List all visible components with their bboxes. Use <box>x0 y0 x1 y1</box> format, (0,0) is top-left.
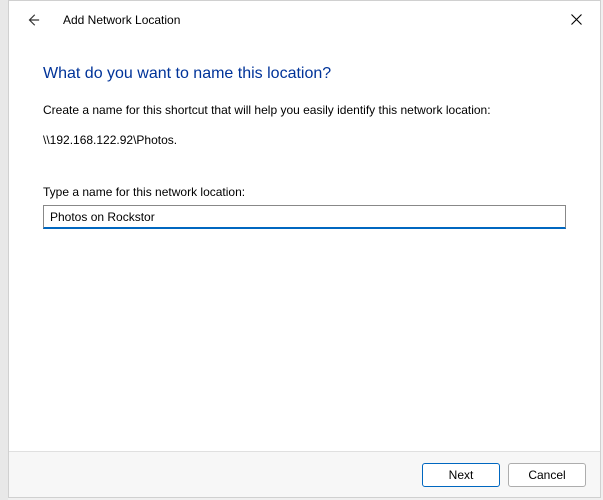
back-button[interactable] <box>21 8 45 32</box>
window-title: Add Network Location <box>63 13 180 27</box>
close-icon <box>571 14 582 25</box>
dialog-content: What do you want to name this location? … <box>9 39 600 451</box>
description-text: Create a name for this shortcut that wil… <box>43 103 566 117</box>
titlebar: Add Network Location <box>9 1 600 39</box>
add-network-location-dialog: Add Network Location What do you want to… <box>8 0 601 498</box>
location-name-input[interactable] <box>43 205 566 229</box>
input-label: Type a name for this network location: <box>43 185 566 199</box>
dialog-footer: Next Cancel <box>9 451 600 497</box>
cancel-button[interactable]: Cancel <box>508 463 586 487</box>
close-button[interactable] <box>558 5 594 33</box>
page-heading: What do you want to name this location? <box>43 65 566 83</box>
next-button[interactable]: Next <box>422 463 500 487</box>
back-arrow-icon <box>26 13 40 27</box>
background-sliver <box>0 0 8 500</box>
network-path-text: \\192.168.122.92\Photos. <box>43 133 566 147</box>
